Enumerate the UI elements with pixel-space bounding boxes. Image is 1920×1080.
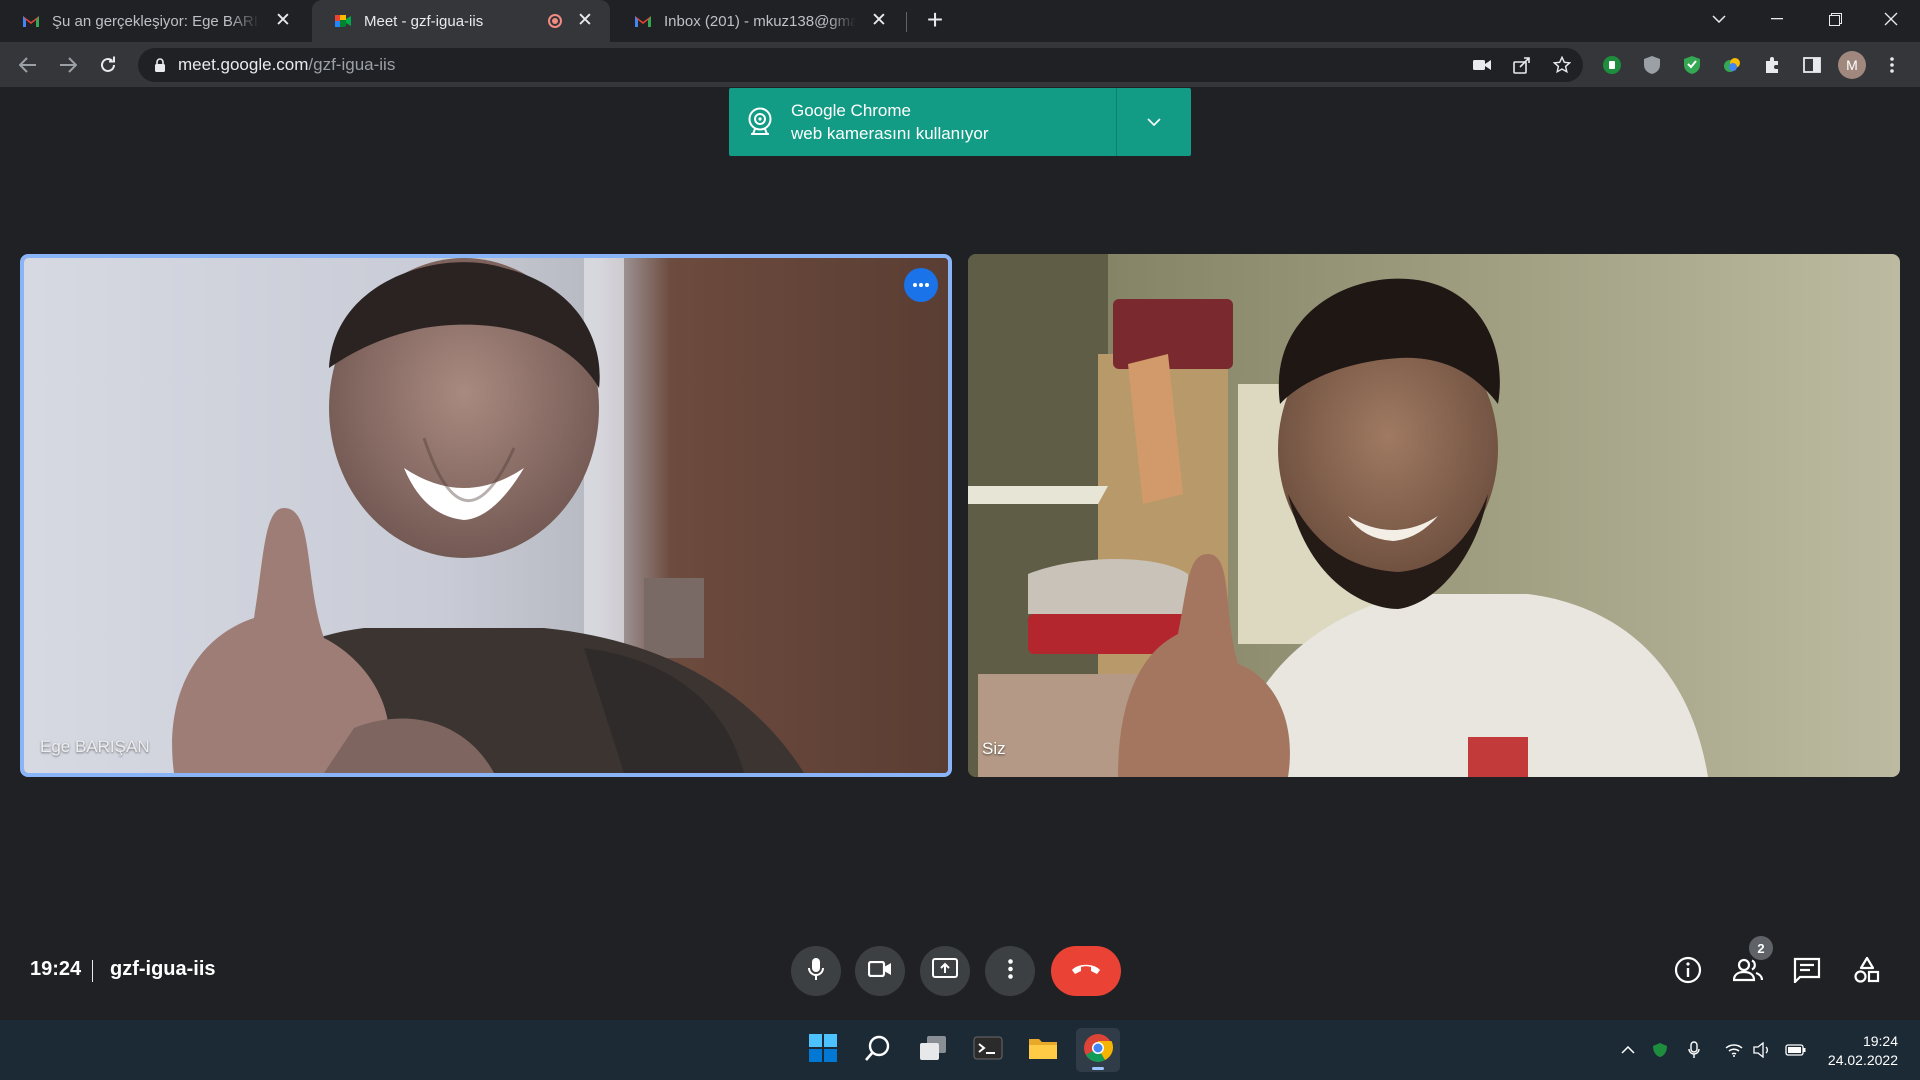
meet-icon <box>334 12 352 30</box>
wifi-icon[interactable] <box>1722 1038 1746 1062</box>
tab-title: Inbox (201) - mkuz138@gmail.com <box>664 12 856 30</box>
extensions-puzzle-icon[interactable] <box>1758 51 1786 79</box>
mic-icon <box>808 957 824 986</box>
close-icon[interactable]: ✕ <box>272 10 294 32</box>
adblock-shield-icon[interactable] <box>1678 51 1706 79</box>
chrome-menu-icon[interactable] <box>1878 51 1906 79</box>
mic-tray-icon[interactable] <box>1682 1038 1706 1062</box>
self-video <box>968 254 1900 777</box>
new-tab-button[interactable]: + <box>920 6 950 36</box>
file-explorer-icon <box>1028 1035 1058 1066</box>
back-button[interactable] <box>12 49 44 81</box>
extension-green-icon[interactable] <box>1598 51 1626 79</box>
camera-icon <box>867 960 892 982</box>
taskbar-clock[interactable]: 19:24 24.02.2022 <box>1828 1032 1898 1070</box>
activities-icon <box>1853 956 1881 989</box>
tab-search-icon[interactable] <box>1690 0 1748 38</box>
more-options-icon[interactable] <box>904 268 938 302</box>
more-vert-icon <box>1007 958 1013 984</box>
chat-button[interactable] <box>1787 952 1827 992</box>
meeting-details-button[interactable] <box>1668 952 1708 992</box>
file-explorer-button[interactable] <box>1021 1028 1065 1072</box>
search-icon <box>864 1034 892 1067</box>
taskbar-search-button[interactable] <box>856 1028 900 1072</box>
windows-taskbar: 19:24 24.02.2022 <box>0 1020 1920 1080</box>
colorful-extension-icon[interactable] <box>1718 51 1746 79</box>
minimize-button[interactable] <box>1748 0 1806 38</box>
tab-strip: Şu an gerçekleşiyor: Ege BARIŞAN ✕ Meet … <box>0 0 1920 42</box>
url-host: meet.google.com <box>178 55 309 74</box>
share-icon[interactable] <box>1508 51 1536 79</box>
participant-tile-self[interactable]: Siz <box>968 254 1900 777</box>
participant-name: Ege BARIŞAN <box>40 737 150 756</box>
url-text: meet.google.com/gzf-igua-iis <box>178 55 395 75</box>
participant-video <box>24 258 948 773</box>
close-icon[interactable]: ✕ <box>574 10 596 32</box>
camera-button[interactable] <box>855 946 905 996</box>
info-icon <box>1674 956 1702 989</box>
bookmark-star-icon[interactable] <box>1548 51 1576 79</box>
tab-gmail-live[interactable]: Şu an gerçekleşiyor: Ege BARIŞAN ✕ <box>0 0 308 42</box>
gmail-icon <box>22 12 40 30</box>
close-window-button[interactable] <box>1862 0 1920 38</box>
meeting-time: 19:24 <box>30 958 82 980</box>
clock-date: 24.02.2022 <box>1827 1052 1898 1068</box>
task-view-icon <box>919 1035 947 1066</box>
url-path: /gzf-igua-iis <box>308 55 396 74</box>
notice-line-2: web kamerasını kullanıyor <box>791 124 989 143</box>
chrome-icon <box>1083 1033 1114 1068</box>
security-tray-icon[interactable] <box>1648 1038 1672 1062</box>
start-button[interactable] <box>801 1028 845 1072</box>
tab-title: Meet - gzf-igua-iis <box>364 12 484 30</box>
camera-in-use-notice: Google Chrome web kamerasını kullanıyor <box>729 88 1191 156</box>
address-bar[interactable]: meet.google.com/gzf-igua-iis <box>138 48 1583 82</box>
reload-button[interactable] <box>92 49 124 81</box>
clock-time: 19:24 <box>1862 1033 1898 1049</box>
browser-toolbar: meet.google.com/gzf-igua-iis M <box>0 42 1920 88</box>
present-icon <box>932 957 958 985</box>
participant-name: Siz <box>982 739 1006 758</box>
present-screen-button[interactable] <box>920 946 970 996</box>
chat-icon <box>1793 957 1821 988</box>
close-icon[interactable]: ✕ <box>868 10 890 32</box>
tab-separator <box>906 12 907 32</box>
leave-call-button[interactable] <box>1051 946 1121 996</box>
show-hidden-icons-chevron[interactable] <box>1616 1038 1640 1062</box>
camera-in-use-icon[interactable] <box>1468 51 1496 79</box>
lock-icon[interactable] <box>150 55 170 75</box>
tab-meet[interactable]: Meet - gzf-igua-iis ✕ <box>312 0 610 42</box>
participant-tile-ege[interactable]: Ege BARIŞAN <box>20 254 952 777</box>
battery-icon[interactable] <box>1784 1038 1808 1062</box>
tab-title: Şu an gerçekleşiyor: Ege BARIŞAN <box>52 12 260 30</box>
shield-extension-icon[interactable] <box>1638 51 1666 79</box>
chevron-down-icon[interactable] <box>1117 88 1191 156</box>
participant-count-badge: 2 <box>1749 936 1773 960</box>
tab-gmail-inbox[interactable]: Inbox (201) - mkuz138@gmail.com ✕ <box>612 0 904 42</box>
task-view-button[interactable] <box>911 1028 955 1072</box>
recording-icon <box>548 14 562 28</box>
profile-avatar[interactable]: M <box>1838 51 1866 79</box>
activities-button[interactable] <box>1847 952 1887 992</box>
chrome-taskbar-button[interactable] <box>1076 1028 1120 1072</box>
microphone-button[interactable] <box>791 946 841 996</box>
webcam-icon <box>729 88 791 156</box>
side-panel-icon[interactable] <box>1798 51 1826 79</box>
restore-button[interactable] <box>1806 0 1864 38</box>
gmail-icon <box>634 12 652 30</box>
notice-line-1: Google Chrome <box>791 101 912 120</box>
active-app-indicator <box>1092 1067 1104 1070</box>
forward-button[interactable] <box>52 49 84 81</box>
more-options-button[interactable] <box>985 946 1035 996</box>
windows-start-icon <box>808 1033 838 1068</box>
volume-icon[interactable] <box>1750 1038 1774 1062</box>
terminal-icon <box>973 1036 1003 1065</box>
meeting-code[interactable]: gzf-igua-iis <box>110 958 216 981</box>
end-call-icon <box>1070 962 1102 981</box>
meeting-info-divider <box>92 960 93 982</box>
terminal-button[interactable] <box>966 1028 1010 1072</box>
people-icon <box>1732 958 1764 987</box>
